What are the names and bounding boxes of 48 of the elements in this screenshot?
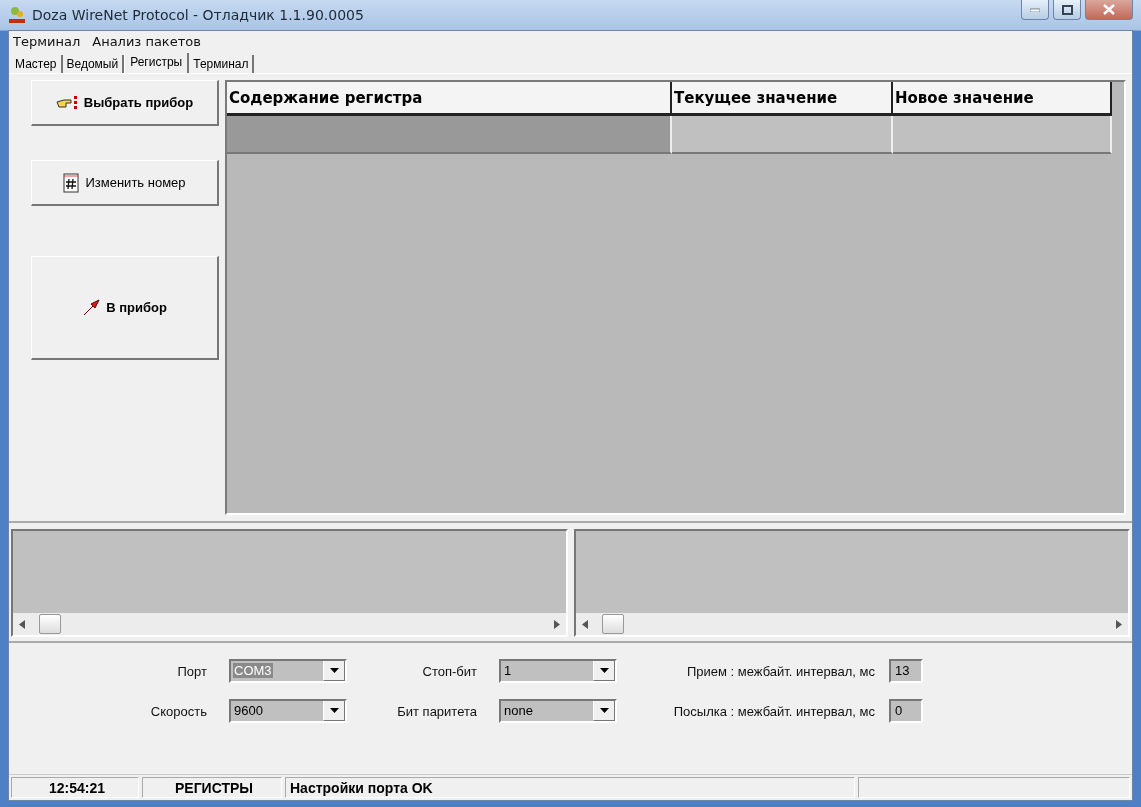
field-label: Скорость (149, 703, 208, 719)
scroll-left-icon[interactable] (581, 619, 588, 629)
close-icon (1103, 4, 1115, 15)
dropdown[interactable]: 9600 (229, 699, 347, 723)
maximize-icon (1061, 4, 1073, 15)
column-header[interactable]: Текущее значение (672, 82, 893, 116)
document-hash-icon (63, 172, 80, 193)
input-field[interactable]: 0 (889, 699, 923, 723)
menu-item[interactable]: Анализ пакетов (92, 33, 201, 49)
scroll-thumb[interactable] (39, 614, 61, 634)
scroll-thumb[interactable] (601, 614, 624, 634)
horizontal-scrollbar[interactable] (575, 613, 1128, 635)
table-cell[interactable] (227, 116, 672, 154)
column-header[interactable]: Новое значение (893, 82, 1112, 116)
minimize-icon (1030, 7, 1040, 12)
field-label: Посылка : межбайт. интервал, мс (672, 703, 876, 719)
close-button[interactable] (1085, 0, 1133, 20)
dropdown[interactable]: 1 (499, 659, 617, 683)
field-label: Стоп-бит (421, 663, 478, 679)
status-panel: Настройки порта OK (285, 777, 855, 798)
arrow-icon (82, 298, 101, 317)
dropdown-arrow-icon (329, 708, 339, 713)
scroll-left-icon[interactable] (19, 619, 25, 629)
tab[interactable]: Регистры (124, 53, 190, 73)
pointing-hand-icon (55, 93, 78, 112)
toolbar-button[interactable]: В прибор (31, 256, 219, 360)
column-header[interactable]: Содержание регистра (227, 82, 672, 116)
scroll-right-icon[interactable] (1116, 619, 1122, 629)
menu-item[interactable]: Терминал (13, 33, 81, 49)
field-label: Порт (176, 663, 208, 679)
maximize-button[interactable] (1053, 0, 1081, 20)
toolbar-button[interactable]: Выбрать прибор (31, 80, 219, 126)
table-cell[interactable] (672, 116, 893, 154)
dropdown-arrow-icon (599, 708, 609, 713)
table-cell[interactable] (893, 116, 1112, 154)
field-label: Бит паритета (396, 703, 478, 719)
field-label: Прием : межбайт. интервал, мс (685, 663, 876, 679)
status-panel: 12:54:21 (11, 777, 139, 798)
window-title: Doza WireNet Protocol - Отладчик 1.1.90.0005 (32, 7, 364, 23)
dropdown-arrow-icon (329, 668, 339, 673)
input-field[interactable]: 13 (889, 659, 923, 683)
app-icon (8, 6, 26, 24)
dropdown-arrow-icon (599, 668, 609, 673)
dropdown[interactable]: none (499, 699, 617, 723)
toolbar-button[interactable]: Изменить номер (31, 160, 219, 206)
status-panel: РЕГИСТРЫ (142, 777, 282, 798)
horizontal-scrollbar[interactable] (13, 613, 566, 635)
scroll-right-icon[interactable] (553, 619, 560, 629)
